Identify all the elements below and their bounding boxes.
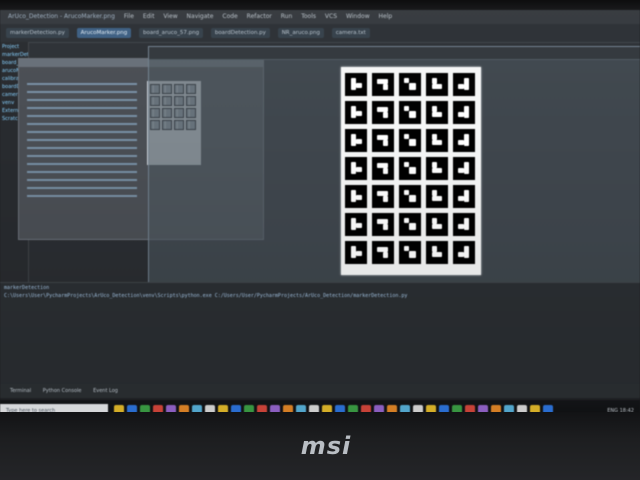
aruco-marker [345,185,367,208]
aruco-marker [372,157,394,180]
code-line [27,171,137,173]
aruco-marker [345,101,367,124]
aruco-marker [453,213,475,236]
aruco-marker [345,213,367,236]
code-line [27,163,137,165]
code-line [27,155,137,157]
menu-item-help[interactable]: Help [379,13,393,20]
menu-item-window[interactable]: Window [346,13,370,20]
terminal-panel[interactable]: markerDetection C:\Users\User\PycharmPro… [0,282,640,385]
aruco-marker [399,73,421,96]
aruco-marker [453,73,475,96]
photo-scene: ArUco_Detection - ArucoMarker.png File E… [0,0,640,480]
code-line [27,99,137,101]
code-line [27,147,137,149]
aruco-marker [399,213,421,236]
viewer-toolbar [149,47,640,60]
menu-item-file[interactable]: File [124,13,134,20]
code-line [27,83,137,85]
code-line [27,187,137,189]
code-line [27,123,137,125]
aruco-marker [426,129,448,152]
sidebar-item-project[interactable]: Project [0,42,28,50]
aruco-marker [426,101,448,124]
menu-item-vcs[interactable]: VCS [325,13,337,20]
tab-arucomarker[interactable]: ArucoMarker.png [76,28,132,38]
menu-item-navigate[interactable]: Navigate [187,13,214,20]
editor-tab-bar: markerDetection.py ArucoMarker.png board… [0,24,640,43]
aruco-marker [345,241,367,264]
tab-camera[interactable]: camera.txt [331,28,370,38]
code-line [27,91,137,93]
code-line [27,139,137,141]
status-terminal[interactable]: Terminal [10,388,31,394]
sidebar-item-markerdetection[interactable]: markerDetection [0,50,28,58]
aruco-marker [453,241,475,264]
menu-bar: ArUco_Detection - ArucoMarker.png File E… [0,10,640,24]
tab-markerdetection[interactable]: markerDetection.py [6,28,69,38]
aruco-marker [453,129,475,152]
menu-item-edit[interactable]: Edit [143,13,155,20]
code-area[interactable] [27,77,137,227]
terminal-command-line: C:\Users\User\PycharmProjects\ArUco_Dete… [4,293,408,299]
aruco-marker [372,213,394,236]
aruco-marker-grid [345,73,477,271]
aruco-marker [399,101,421,124]
aruco-marker [426,241,448,264]
aruco-marker [426,185,448,208]
aruco-marker [372,185,394,208]
code-line [27,179,137,181]
menu-item-view[interactable]: View [163,13,177,20]
aruco-marker [372,73,394,96]
aruco-marker [426,213,448,236]
window-title: ArUco_Detection - ArucoMarker.png [8,13,115,20]
aruco-marker [453,185,475,208]
aruco-marker-sheet[interactable] [341,67,481,275]
aruco-marker [372,129,394,152]
tab-boarddetection[interactable]: boardDetection.py [210,28,270,38]
aruco-marker [372,101,394,124]
ide-status-bar: Terminal Python Console Event Log [0,384,640,398]
aruco-marker [399,185,421,208]
code-line [27,115,137,117]
terminal-header: markerDetection [4,285,50,291]
status-event-log[interactable]: Event Log [93,388,118,394]
tab-nr-aruco[interactable]: NR_aruco.png [277,28,324,38]
code-line [27,131,137,133]
aruco-marker [453,157,475,180]
aruco-marker [345,129,367,152]
aruco-marker [453,101,475,124]
status-python-console[interactable]: Python Console [43,388,82,394]
aruco-marker [345,157,367,180]
code-line [27,195,137,197]
aruco-marker [345,73,367,96]
aruco-marker [372,241,394,264]
tab-board-aruco[interactable]: board_aruco_57.png [138,28,204,38]
msi-logo: msi [300,432,352,460]
aruco-marker [399,157,421,180]
laptop-screen: ArUco_Detection - ArucoMarker.png File E… [0,10,640,422]
aruco-marker [426,73,448,96]
image-viewer-window [148,46,640,284]
aruco-marker [426,157,448,180]
menu-item-refactor[interactable]: Refactor [247,13,272,20]
menu-item-code[interactable]: Code [222,13,237,20]
aruco-marker [399,129,421,152]
aruco-marker [399,241,421,264]
code-line [27,107,137,109]
menu-item-run[interactable]: Run [281,13,293,20]
menu-item-tools[interactable]: Tools [301,13,316,20]
